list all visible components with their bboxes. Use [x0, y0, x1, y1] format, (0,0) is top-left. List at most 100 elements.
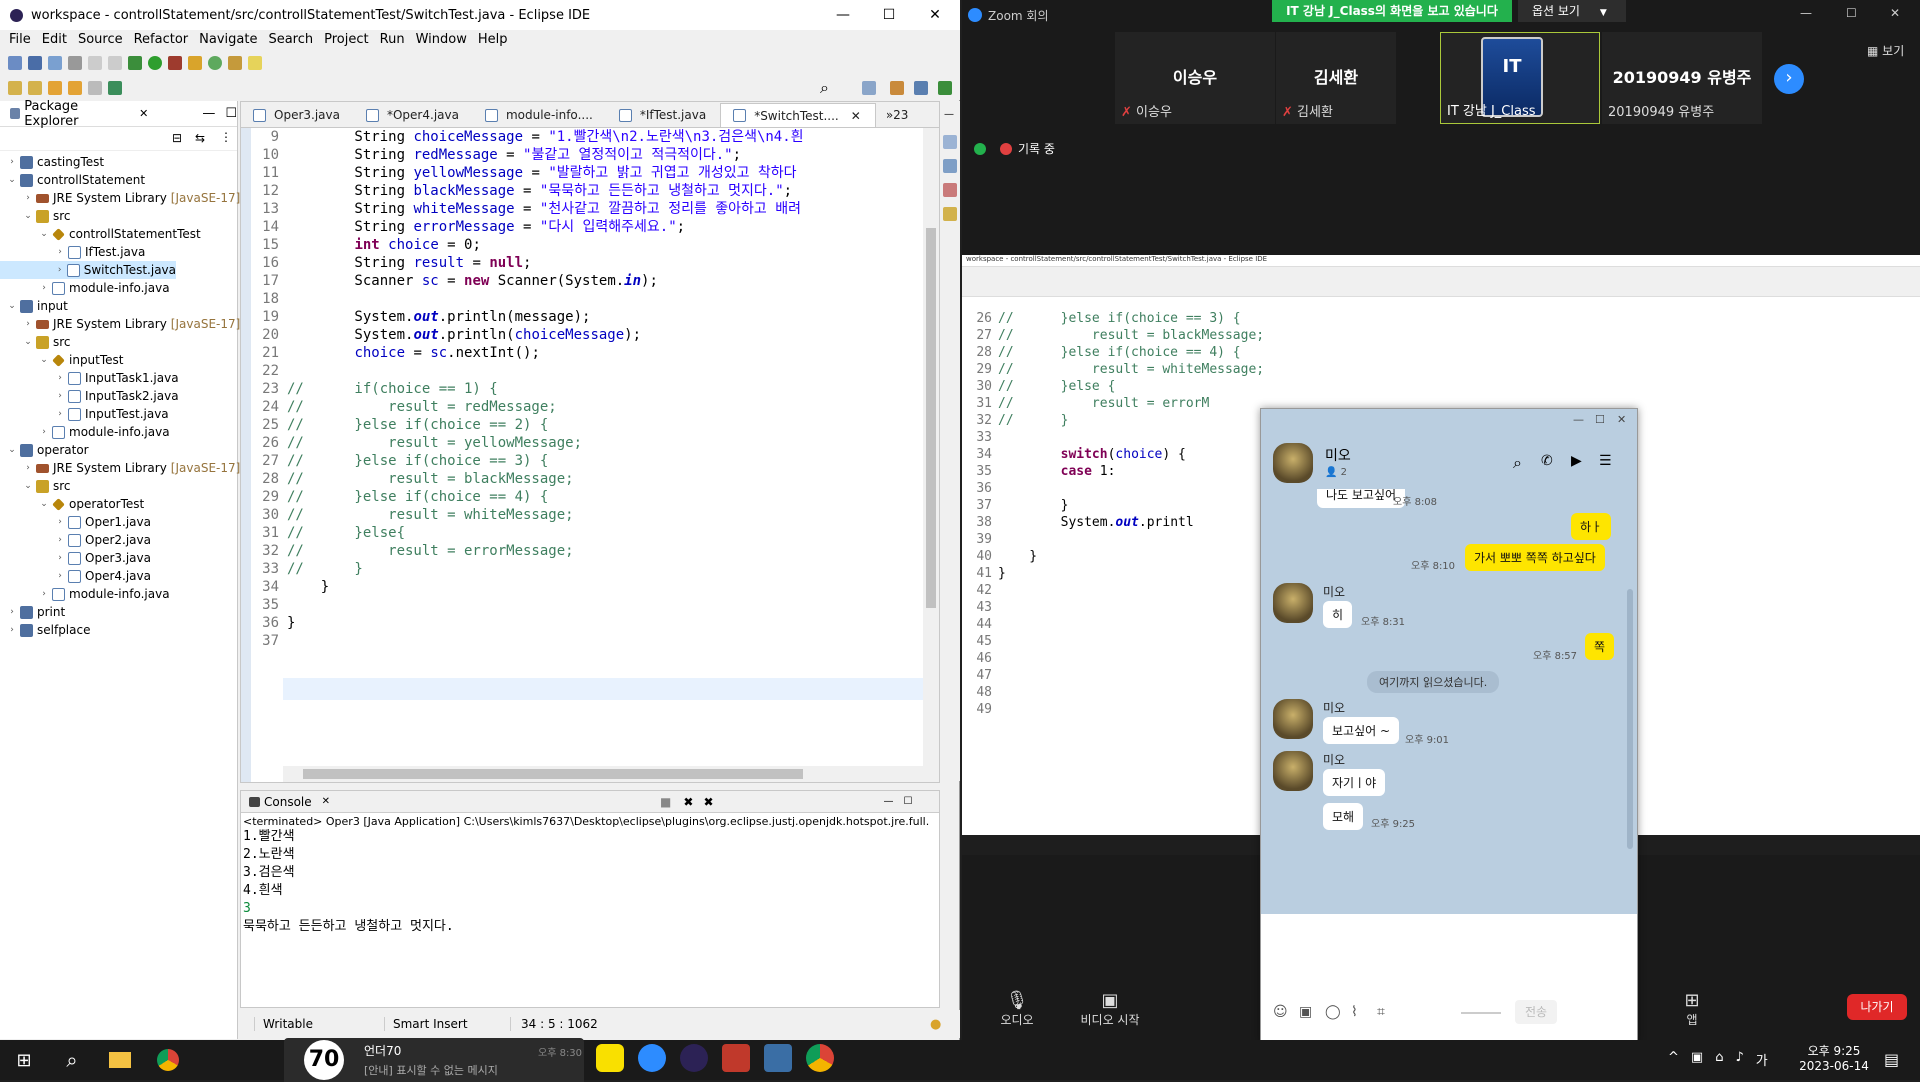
- game-icon[interactable]: [722, 1044, 750, 1072]
- print-icon[interactable]: [68, 56, 82, 70]
- expand-toggle-icon[interactable]: ⌄: [38, 499, 50, 509]
- camera-tray-icon[interactable]: ▣: [1691, 1050, 1703, 1069]
- expand-toggle-icon[interactable]: ⌄: [38, 229, 50, 239]
- expand-toggle-icon[interactable]: ›: [54, 247, 66, 257]
- minimize-button[interactable]: —: [820, 0, 866, 30]
- expand-toggle-icon[interactable]: ›: [22, 193, 34, 203]
- participant-tile[interactable]: 20190949 유병주 20190949 유병주: [1602, 32, 1762, 124]
- expand-toggle-icon[interactable]: ›: [54, 553, 66, 563]
- tree-item[interactable]: › InputTask2.java: [0, 387, 178, 405]
- tab-switchtest[interactable]: *SwitchTest.... ✕: [720, 103, 876, 127]
- message-input-area[interactable]: ☺ ▣ ◯ ⌇ ⌗ 전송: [1261, 914, 1637, 1044]
- hscroll-thumb[interactable]: [303, 769, 803, 779]
- message-bubble[interactable]: 나도 보고싶어: [1317, 489, 1406, 508]
- tree-item[interactable]: › Oper2.java: [0, 531, 151, 549]
- zoom-minimize-button[interactable]: —: [1800, 6, 1812, 20]
- start-video-button[interactable]: ▣ 비디오 시작: [1070, 990, 1150, 1028]
- next-participants-button[interactable]: ›: [1774, 64, 1804, 94]
- search-icon[interactable]: ⌕: [820, 78, 829, 98]
- chat-avatar[interactable]: [1273, 443, 1313, 483]
- zoom-icon[interactable]: [638, 1044, 666, 1072]
- expand-toggle-icon[interactable]: ›: [38, 589, 50, 599]
- expand-toggle-icon[interactable]: ›: [54, 391, 66, 401]
- sender-avatar[interactable]: [1273, 583, 1313, 623]
- tab-oper3[interactable]: Oper3.java: [241, 103, 354, 127]
- open-type-icon[interactable]: [228, 56, 242, 70]
- expand-toggle-icon[interactable]: ›: [6, 157, 18, 167]
- close-button[interactable]: ✕: [912, 0, 958, 30]
- close-tab-icon[interactable]: ✕: [851, 109, 861, 123]
- tree-item[interactable]: › module-info.java: [0, 279, 169, 297]
- participant-tile[interactable]: 이승우 ✗ 이승우: [1115, 32, 1275, 124]
- code-line[interactable]: System.out.println(choiceMessage);: [287, 326, 641, 344]
- save-icon[interactable]: [28, 56, 42, 70]
- expand-toggle-icon[interactable]: ⌄: [6, 175, 18, 185]
- participant-tile-active[interactable]: IT IT 강남 J_Class: [1440, 32, 1600, 124]
- tree-item[interactable]: › IfTest.java: [0, 243, 145, 261]
- code-line[interactable]: // result = errorMessage;: [287, 542, 574, 560]
- scroll-thumb[interactable]: [926, 228, 936, 608]
- menu-icon[interactable]: ☰: [1599, 453, 1612, 469]
- tree-item[interactable]: › selfplace: [0, 621, 90, 639]
- expand-toggle-icon[interactable]: ⌄: [38, 355, 50, 365]
- chat-close-button[interactable]: ✕: [1617, 413, 1626, 426]
- task-list-icon[interactable]: [943, 159, 957, 173]
- crop-icon[interactable]: ⌗: [1377, 1004, 1385, 1020]
- save-all-icon[interactable]: [48, 56, 62, 70]
- tree-item[interactable]: ⌄ operator: [0, 441, 88, 459]
- attach-icon[interactable]: ⌇: [1351, 1004, 1358, 1020]
- chat-maximize-button[interactable]: ☐: [1595, 413, 1605, 426]
- external-tools-icon[interactable]: [168, 56, 182, 70]
- menu-edit[interactable]: Edit: [39, 30, 75, 50]
- network-icon[interactable]: ⌂: [1715, 1050, 1723, 1069]
- chrome-button[interactable]: [144, 1040, 192, 1080]
- chat-minimize-button[interactable]: —: [1573, 413, 1584, 426]
- zoom-close-button[interactable]: ✕: [1890, 6, 1900, 20]
- problems-icon[interactable]: [943, 183, 957, 197]
- vertical-scrollbar[interactable]: [923, 128, 939, 782]
- tab-iftest[interactable]: *IfTest.java: [607, 103, 720, 127]
- code-line[interactable]: // }else if(choice == 3) {: [287, 452, 548, 470]
- expand-toggle-icon[interactable]: ›: [54, 535, 66, 545]
- tree-item[interactable]: › JRE System Library [JavaSE-17]: [0, 315, 240, 333]
- menu-help[interactable]: Help: [475, 30, 516, 50]
- app-icon[interactable]: [764, 1044, 792, 1072]
- menu-window[interactable]: Window: [413, 30, 475, 50]
- expand-toggle-icon[interactable]: ⌄: [6, 301, 18, 311]
- tray-expand-icon[interactable]: ^: [1668, 1050, 1679, 1069]
- tree-item[interactable]: › Oper3.java: [0, 549, 151, 567]
- open-perspective-icon[interactable]: [862, 81, 876, 95]
- expand-toggle-icon[interactable]: ›: [6, 607, 18, 617]
- code-area[interactable]: 9 String choiceMessage = "1.빨간색\n2.노란색\n…: [241, 128, 939, 782]
- tree-item[interactable]: › InputTask1.java: [0, 369, 178, 387]
- menu-source[interactable]: Source: [75, 30, 131, 50]
- menu-run[interactable]: Run: [377, 30, 413, 50]
- my-message-bubble[interactable]: 가서 뽀뽀 쪽쪽 하고싶다: [1465, 544, 1605, 571]
- view-options-button[interactable]: 옵션 보기 ▼: [1518, 0, 1626, 22]
- remove-launch-icon[interactable]: ✖: [683, 795, 693, 809]
- code-line[interactable]: String whiteMessage = "천사같고 깔끔하고 정리를 좋아하…: [287, 200, 801, 218]
- back-icon[interactable]: [68, 81, 82, 95]
- tab-module-info[interactable]: module-info....: [473, 103, 607, 127]
- emoji-icon[interactable]: ☺: [1273, 1004, 1288, 1020]
- code-line[interactable]: // }else if(choice == 4) {: [287, 488, 548, 506]
- search-button[interactable]: ⌕: [48, 1040, 96, 1080]
- expand-toggle-icon[interactable]: ›: [54, 373, 66, 383]
- tab-overflow[interactable]: »23: [876, 103, 923, 127]
- kakaotalk-icon[interactable]: [596, 1044, 624, 1072]
- tree-item[interactable]: › SwitchTest.java: [0, 261, 176, 279]
- view-menu-icon[interactable]: ⋮: [220, 130, 232, 144]
- chrome-icon[interactable]: [806, 1044, 834, 1072]
- run-icon[interactable]: [148, 56, 162, 70]
- code-line[interactable]: String yellowMessage = "발랄하고 밝고 귀엽고 개성있고…: [287, 164, 796, 182]
- notification-popup[interactable]: 70 언더70 [안내] 표시할 수 없는 메시지 오후 8:30: [284, 1038, 584, 1082]
- new-icon[interactable]: [8, 56, 22, 70]
- tree-item[interactable]: › castingTest: [0, 153, 104, 171]
- minimize-view-icon[interactable]: —: [202, 106, 215, 121]
- audio-button[interactable]: 🎙 오디오: [992, 990, 1042, 1028]
- tree-item[interactable]: › Oper1.java: [0, 513, 151, 531]
- tree-item[interactable]: ⌄ operatorTest: [0, 495, 144, 513]
- new-java-project-icon[interactable]: [188, 56, 202, 70]
- start-button[interactable]: ⊞: [0, 1040, 48, 1080]
- chat-scrollbar[interactable]: [1627, 589, 1633, 849]
